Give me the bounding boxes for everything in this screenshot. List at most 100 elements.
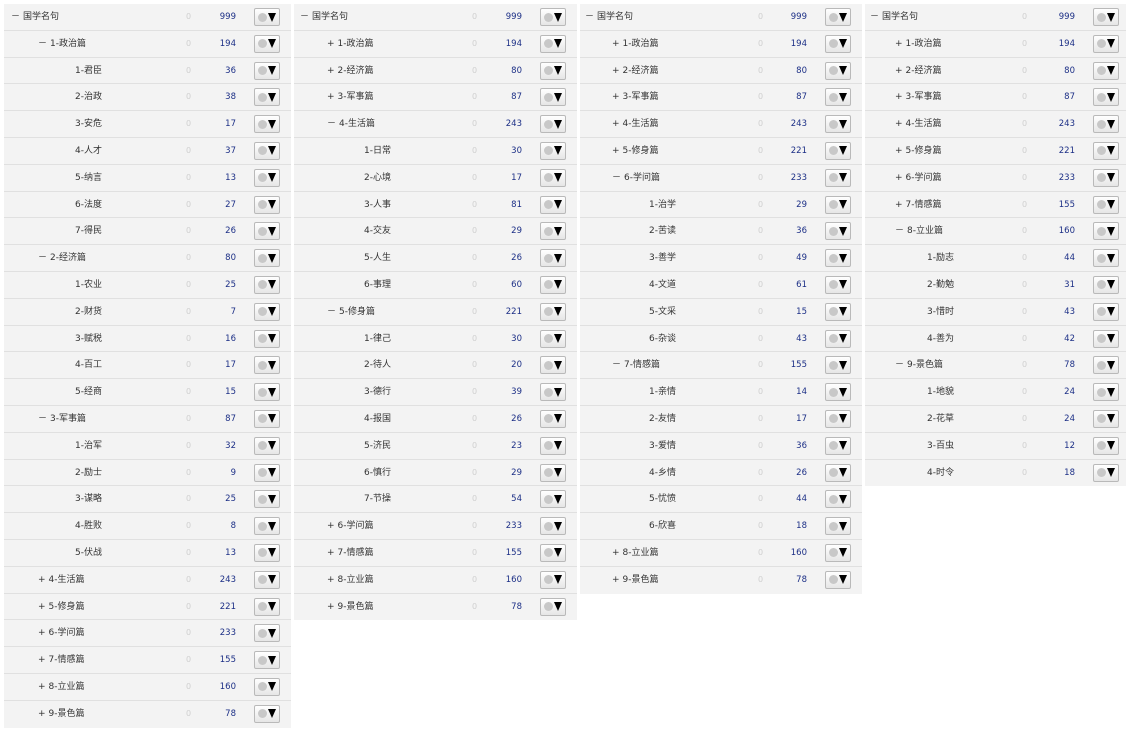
node-menu-button[interactable] bbox=[254, 329, 280, 348]
node-menu-button[interactable] bbox=[825, 222, 851, 241]
tree-node-label[interactable]: － 4-生活篇 bbox=[327, 111, 375, 137]
tree-node-label[interactable]: 5-经商 bbox=[75, 379, 102, 405]
tree-leaf-row[interactable]: 1-地貌 0 24 bbox=[865, 379, 1126, 406]
node-menu-button[interactable] bbox=[825, 570, 851, 589]
tree-node-label[interactable]: +7-情感篇 bbox=[38, 647, 85, 673]
collapse-toggle[interactable]: － bbox=[895, 226, 904, 236]
tree-category-row[interactable]: +8-立业篇 0 160 bbox=[580, 540, 862, 567]
node-menu-button[interactable] bbox=[1093, 409, 1119, 428]
expand-toggle[interactable]: + bbox=[612, 92, 620, 102]
node-menu-button[interactable] bbox=[1093, 61, 1119, 80]
node-menu-button[interactable] bbox=[540, 8, 566, 26]
tree-category-row[interactable]: +4-生活篇 0 243 bbox=[580, 111, 862, 138]
tree-leaf-row[interactable]: 5-人生 0 26 bbox=[294, 245, 577, 272]
node-menu-button[interactable] bbox=[540, 329, 566, 348]
node-menu-button[interactable] bbox=[254, 383, 280, 402]
node-menu-button[interactable] bbox=[254, 302, 280, 321]
node-menu-button[interactable] bbox=[254, 61, 280, 80]
tree-leaf-row[interactable]: 4-报国 0 26 bbox=[294, 406, 577, 433]
node-menu-button[interactable] bbox=[1093, 195, 1119, 214]
tree-category-row[interactable]: +8-立业篇 0 160 bbox=[4, 674, 291, 701]
tree-leaf-row[interactable]: 2-花草 0 24 bbox=[865, 406, 1126, 433]
tree-node-label[interactable]: +9-景色篇 bbox=[612, 567, 659, 593]
tree-node-label[interactable]: +8-立业篇 bbox=[327, 567, 374, 593]
node-menu-button[interactable] bbox=[825, 329, 851, 348]
tree-category-row[interactable]: +2-经济篇 0 80 bbox=[294, 58, 577, 85]
tree-leaf-row[interactable]: 1-治军 0 32 bbox=[4, 433, 291, 460]
node-menu-button[interactable] bbox=[540, 302, 566, 321]
node-menu-button[interactable] bbox=[1093, 34, 1119, 53]
node-menu-button[interactable] bbox=[254, 677, 280, 696]
tree-node-label[interactable]: －国学名句 bbox=[870, 4, 918, 30]
tree-leaf-row[interactable]: 4-人才 0 37 bbox=[4, 138, 291, 165]
tree-node-label[interactable]: 3-德行 bbox=[364, 379, 391, 405]
node-menu-button[interactable] bbox=[540, 61, 566, 80]
node-menu-button[interactable] bbox=[540, 383, 566, 402]
expand-toggle[interactable]: + bbox=[327, 92, 335, 102]
tree-node-label[interactable]: － 6-学问篇 bbox=[612, 165, 660, 191]
tree-node-label[interactable]: 2-心境 bbox=[364, 165, 391, 191]
collapse-toggle[interactable]: － bbox=[38, 414, 47, 424]
node-menu-button[interactable] bbox=[254, 624, 280, 643]
node-menu-button[interactable] bbox=[540, 543, 566, 562]
tree-leaf-row[interactable]: 5-纳言 0 13 bbox=[4, 165, 291, 192]
tree-leaf-row[interactable]: 1-律己 0 30 bbox=[294, 326, 577, 353]
node-menu-button[interactable] bbox=[254, 570, 280, 589]
node-menu-button[interactable] bbox=[254, 275, 280, 294]
tree-leaf-row[interactable]: 2-治政 0 38 bbox=[4, 84, 291, 112]
tree-leaf-row[interactable]: 2-心境 0 17 bbox=[294, 165, 577, 192]
tree-node-label[interactable]: 3-爱情 bbox=[649, 433, 676, 459]
tree-root-row[interactable]: －国学名句 0 999 bbox=[865, 4, 1126, 31]
tree-node-label[interactable]: 1-地貌 bbox=[927, 379, 954, 405]
expand-toggle[interactable]: + bbox=[612, 39, 620, 49]
tree-category-row[interactable]: +7-情感篇 0 155 bbox=[865, 192, 1126, 219]
tree-category-row[interactable]: － 3-军事篇 0 87 bbox=[4, 406, 291, 433]
tree-node-label[interactable]: 2-财货 bbox=[75, 299, 102, 325]
node-menu-button[interactable] bbox=[825, 436, 851, 455]
expand-toggle[interactable]: + bbox=[612, 548, 620, 558]
tree-node-label[interactable]: 7-节操 bbox=[364, 486, 391, 512]
tree-node-label[interactable]: 1-日常 bbox=[364, 138, 391, 164]
node-menu-button[interactable] bbox=[540, 409, 566, 428]
expand-toggle[interactable]: + bbox=[895, 66, 903, 76]
tree-node-label[interactable]: 1-励志 bbox=[927, 245, 954, 271]
tree-leaf-row[interactable]: 6-杂谈 0 43 bbox=[580, 326, 862, 353]
tree-node-label[interactable]: +2-经济篇 bbox=[895, 58, 942, 84]
node-menu-button[interactable] bbox=[825, 34, 851, 53]
tree-leaf-row[interactable]: 5-济民 0 23 bbox=[294, 433, 577, 460]
node-menu-button[interactable] bbox=[1093, 88, 1119, 107]
tree-leaf-row[interactable]: 3-百虫 0 12 bbox=[865, 433, 1126, 460]
tree-node-label[interactable]: +3-军事篇 bbox=[612, 84, 659, 110]
tree-node-label[interactable]: 5-人生 bbox=[364, 245, 391, 271]
tree-node-label[interactable]: 4-百工 bbox=[75, 352, 102, 378]
node-menu-button[interactable] bbox=[825, 168, 851, 187]
tree-node-label[interactable]: －国学名句 bbox=[300, 4, 348, 30]
tree-leaf-row[interactable]: 3-谋略 0 25 bbox=[4, 486, 291, 514]
collapse-toggle[interactable]: － bbox=[870, 12, 879, 22]
expand-toggle[interactable]: + bbox=[895, 39, 903, 49]
expand-toggle[interactable]: + bbox=[327, 521, 335, 531]
tree-category-row[interactable]: － 1-政治篇 0 194 bbox=[4, 31, 291, 58]
tree-leaf-row[interactable]: 1-日常 0 30 bbox=[294, 138, 577, 165]
node-menu-button[interactable] bbox=[254, 597, 280, 616]
tree-leaf-row[interactable]: 6-事理 0 60 bbox=[294, 272, 577, 299]
tree-leaf-row[interactable]: 5-忧愤 0 44 bbox=[580, 486, 862, 514]
node-menu-button[interactable] bbox=[254, 115, 280, 134]
tree-node-label[interactable]: 1-亲情 bbox=[649, 379, 676, 405]
tree-leaf-row[interactable]: 4-时令 0 18 bbox=[865, 460, 1126, 487]
tree-node-label[interactable]: － 1-政治篇 bbox=[38, 31, 86, 57]
tree-leaf-row[interactable]: 6-欣喜 0 18 bbox=[580, 513, 862, 540]
tree-node-label[interactable]: －国学名句 bbox=[585, 4, 633, 30]
node-menu-button[interactable] bbox=[540, 597, 566, 616]
tree-node-label[interactable]: +2-经济篇 bbox=[327, 58, 374, 84]
expand-toggle[interactable]: + bbox=[612, 575, 620, 585]
tree-node-label[interactable]: 4-乡情 bbox=[649, 460, 676, 486]
tree-node-label[interactable]: 2-花草 bbox=[927, 406, 954, 432]
tree-leaf-row[interactable]: 7-节操 0 54 bbox=[294, 486, 577, 514]
node-menu-button[interactable] bbox=[254, 222, 280, 241]
tree-node-label[interactable]: +7-情感篇 bbox=[327, 540, 374, 566]
tree-node-label[interactable]: － 5-修身篇 bbox=[327, 299, 375, 325]
tree-category-row[interactable]: － 5-修身篇 0 221 bbox=[294, 299, 577, 326]
tree-category-row[interactable]: +6-学问篇 0 233 bbox=[294, 513, 577, 540]
tree-node-label[interactable]: +4-生活篇 bbox=[895, 111, 942, 137]
